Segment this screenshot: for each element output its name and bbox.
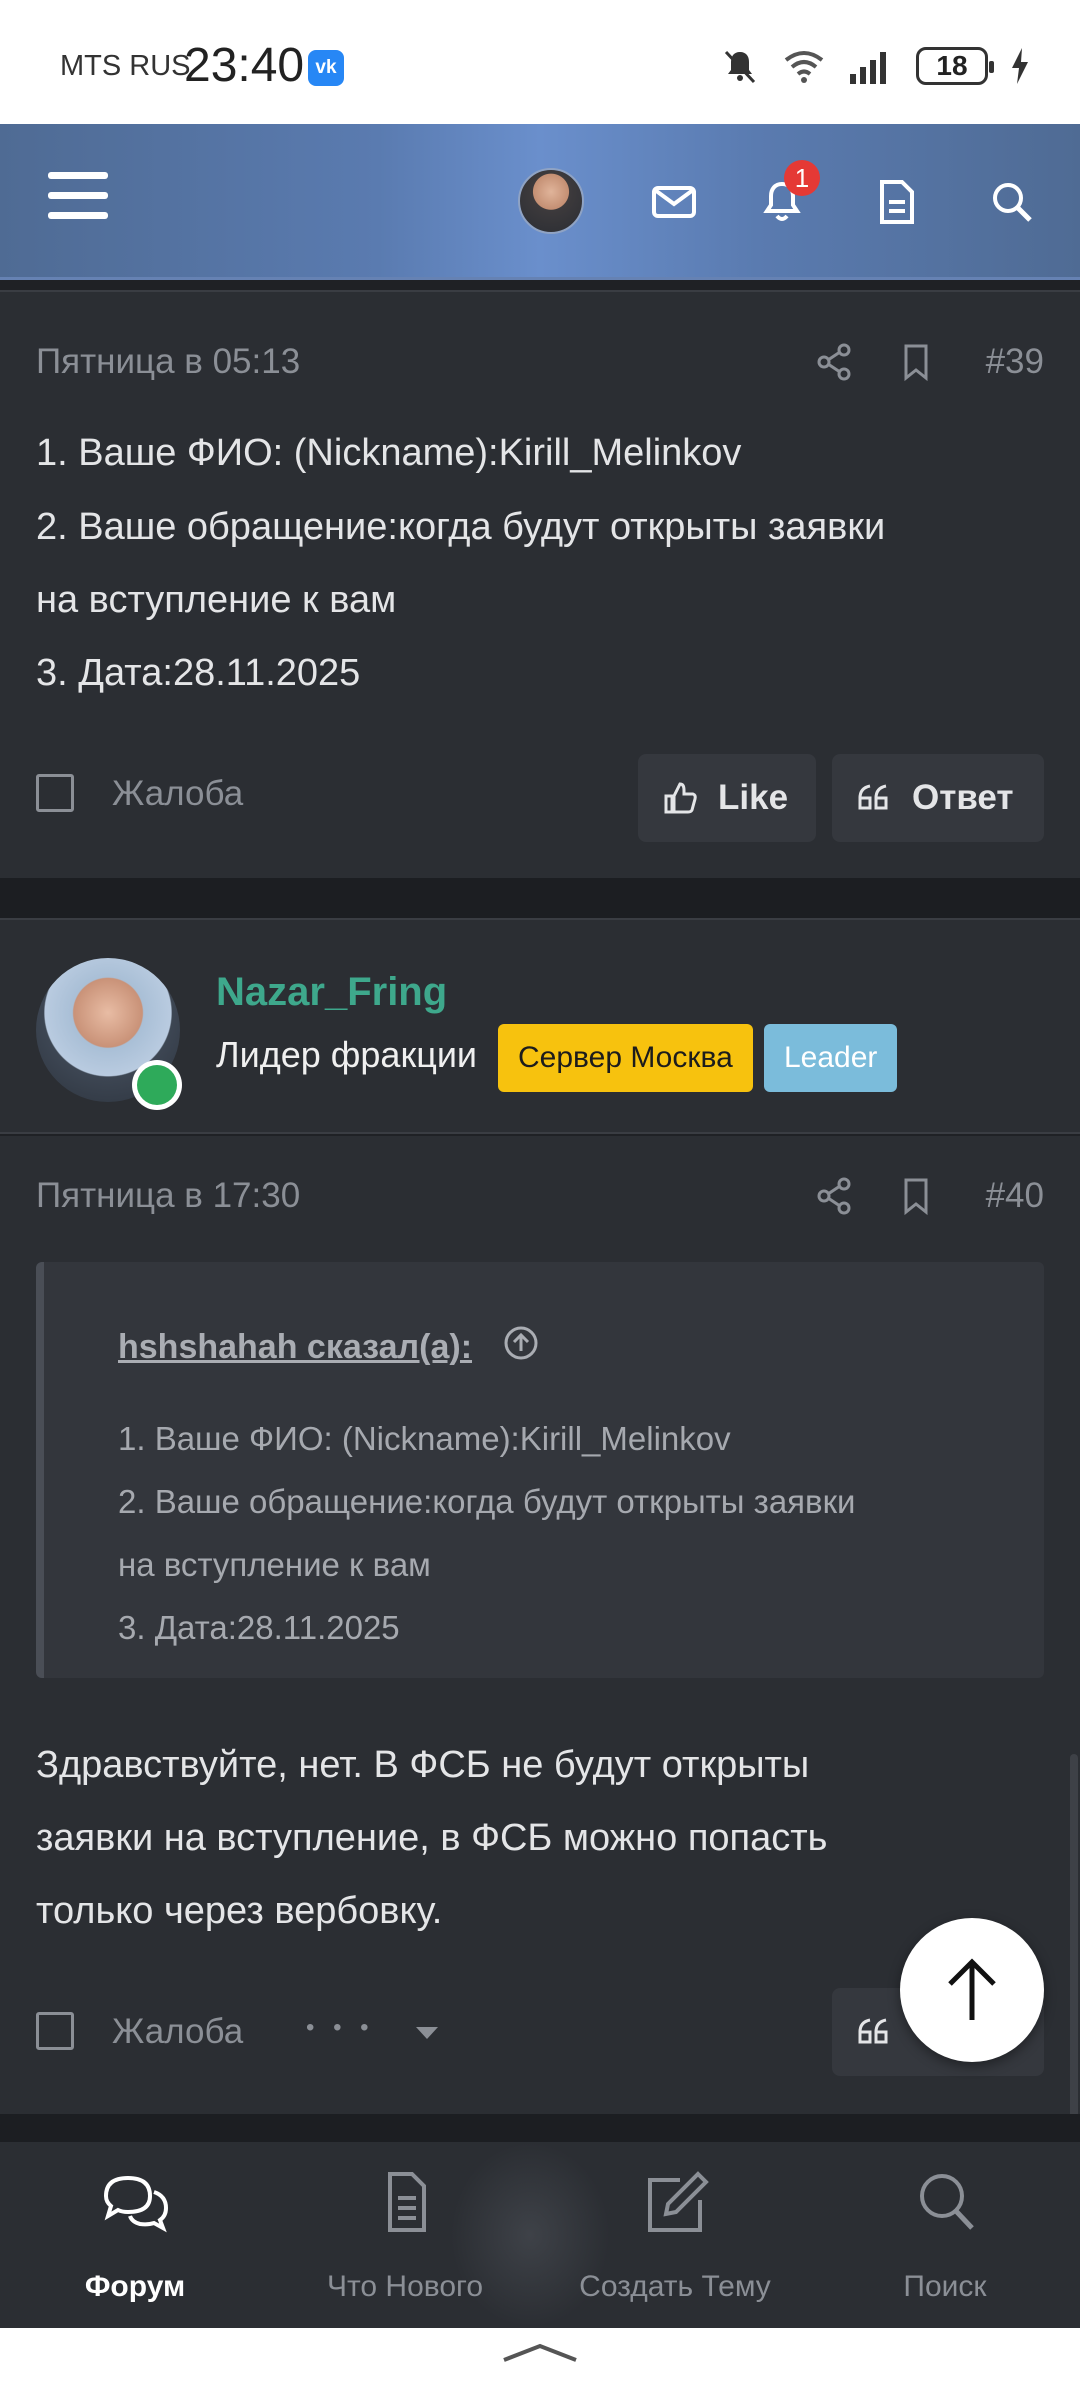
bookmark-icon[interactable] <box>896 342 936 382</box>
post-number[interactable]: #39 <box>986 342 1044 382</box>
author-name[interactable]: Nazar_Fring <box>216 970 447 1015</box>
wifi-icon <box>784 51 824 83</box>
author-title: Лидер фракции <box>216 1034 478 1075</box>
post-text-line: 2. Ваше обращение:когда будут открыты за… <box>36 506 886 548</box>
post-text-line: 3. Дата:28.11.2025 <box>36 652 361 694</box>
clock: 23:40 <box>184 39 305 92</box>
nav-forum[interactable]: Форум <box>0 2142 270 2328</box>
charging-icon <box>1012 48 1028 84</box>
post-author: Nazar_Fring Лидер фракции Сервер Москва … <box>0 918 1080 1134</box>
bottom-navigation: Форум Что Нового Создать Тему Поиск <box>0 2142 1080 2328</box>
chevron-down-icon[interactable] <box>414 2024 440 2042</box>
post-text-line: 1. Ваше ФИО: (Nickname):Kirill_Melinkov <box>36 432 742 474</box>
post-separator <box>0 878 1080 918</box>
forum-header: 1 <box>0 124 1080 280</box>
chevron-up-icon <box>503 2343 577 2362</box>
document-icon <box>388 2172 426 2232</box>
post-date: Пятница в 17:30 <box>36 1176 301 1215</box>
report-link[interactable]: Жалоба <box>112 774 243 814</box>
thumbs-up-icon <box>664 782 697 814</box>
quote-text-line: 1. Ваше ФИО: (Nickname):Kirill_Melinkov <box>118 1420 731 1457</box>
nav-whats-new[interactable]: Что Нового <box>270 2142 540 2328</box>
post-39: Пятница в 05:13 #39 1. Ваше ФИО: (Nickna… <box>0 290 1080 878</box>
role-tag: Leader <box>764 1024 898 1092</box>
select-checkbox[interactable] <box>36 2012 74 2050</box>
select-checkbox[interactable] <box>36 774 74 812</box>
quote-icon <box>858 784 888 810</box>
nav-create-topic[interactable]: Создать Тему <box>540 2142 810 2328</box>
reply-label: Ответ <box>912 778 1014 817</box>
post-text-line: заявки на вступление, в ФСБ можно попаст… <box>36 1817 828 1859</box>
nav-label: Что Нового <box>326 2270 484 2303</box>
nav-label: Создать Тему <box>579 2270 771 2303</box>
report-link[interactable]: Жалоба <box>112 2012 243 2052</box>
quote-icon <box>858 2018 888 2044</box>
like-label: Like <box>718 778 789 817</box>
post-date: Пятница в 05:13 <box>36 342 301 381</box>
nav-label: Форум <box>84 2270 186 2303</box>
forum-icon <box>103 2175 169 2233</box>
status-icons: 18 <box>720 42 1030 90</box>
server-tag: Сервер Москва <box>498 1024 753 1092</box>
bell-muted-icon <box>724 50 756 84</box>
notification-badge: 1 <box>784 160 820 196</box>
share-icon[interactable] <box>814 1176 854 1216</box>
scrollbar[interactable] <box>1070 1754 1078 2124</box>
quote-text-line: 3. Дата:28.11.2025 <box>118 1609 400 1646</box>
post-text-line: только через вербовку. <box>36 1890 443 1932</box>
status-bar: MTS RUS 23:40 vk 18 <box>0 0 1080 124</box>
user-avatar[interactable] <box>518 168 584 234</box>
more-dots[interactable]: • • • <box>306 2014 375 2042</box>
menu-icon[interactable] <box>48 172 108 226</box>
post-separator <box>0 2114 1080 2142</box>
document-icon[interactable] <box>868 174 924 230</box>
like-button[interactable]: Like <box>638 754 816 842</box>
post-text-line: Здравствуйте, нет. В ФСБ не будут открыт… <box>36 1744 810 1786</box>
search-icon[interactable] <box>984 174 1040 230</box>
quote-block: hshshahah сказал(а): 1. Ваше ФИО: (Nickn… <box>36 1262 1044 1678</box>
arrow-up-icon <box>948 1958 996 2020</box>
arrow-up-circle-icon[interactable] <box>502 1324 540 1362</box>
carrier-name: MTS RUS <box>60 50 191 82</box>
battery-icon: 18 <box>916 47 994 85</box>
share-icon[interactable] <box>814 342 854 382</box>
search-icon <box>920 2174 974 2230</box>
online-indicator-icon <box>132 1060 182 1110</box>
nav-label: Поиск <box>903 2270 987 2303</box>
edit-icon <box>648 2171 709 2232</box>
reply-button[interactable]: Ответ <box>832 754 1044 842</box>
nav-search[interactable]: Поиск <box>810 2142 1080 2328</box>
bookmark-icon[interactable] <box>896 1176 936 1216</box>
gesture-bar[interactable] <box>0 2328 1080 2388</box>
quote-text-line: 2. Ваше обращение:когда будут открыты за… <box>118 1483 856 1520</box>
quote-author-link[interactable]: hshshahah сказал(а): <box>118 1328 472 1367</box>
post-text-line: на вступление к вам <box>36 579 397 621</box>
scroll-to-top-button[interactable] <box>900 1918 1044 2062</box>
signal-icon <box>850 52 886 84</box>
mail-icon[interactable] <box>646 174 702 230</box>
vk-icon: vk <box>308 50 344 86</box>
quote-text-line: на вступление к вам <box>118 1546 431 1583</box>
post-number[interactable]: #40 <box>986 1176 1044 1216</box>
